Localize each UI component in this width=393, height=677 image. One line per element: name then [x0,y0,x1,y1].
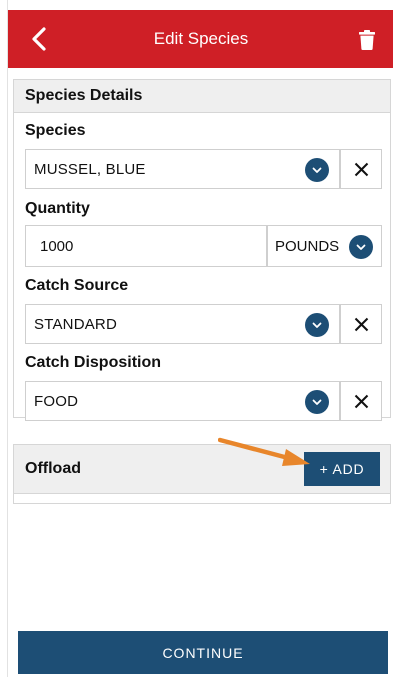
catch-source-value: STANDARD [34,316,117,333]
add-offload-button[interactable]: + ADD [304,452,380,486]
close-icon [354,394,368,408]
unit-value: POUNDS [275,238,340,255]
species-value: MUSSEL, BLUE [34,161,146,178]
catch-source-select[interactable]: STANDARD [25,304,340,344]
close-icon [354,317,368,331]
catch-disposition-label: Catch Disposition [25,354,162,371]
offload-card: Offload + ADD [13,444,391,504]
chevron-down-icon [305,313,329,337]
catch-disposition-clear-button[interactable] [340,381,382,421]
unit-select[interactable]: POUNDS [267,225,382,267]
close-icon [354,162,368,176]
species-details-header: Species Details [14,80,390,113]
continue-button[interactable]: CONTINUE [18,631,388,674]
offload-title: Offload [25,460,81,477]
quantity-label: Quantity [25,200,90,217]
offload-header: Offload + ADD [14,445,390,494]
catch-source-clear-button[interactable] [340,304,382,344]
chevron-down-icon [349,235,373,259]
page-title: Edit Species [153,29,249,48]
catch-source-label: Catch Source [25,277,129,294]
header-bar: Edit Species [8,10,393,68]
species-details-card: Species Details Species MUSSEL, BLUE Qua… [13,79,391,421]
app-screen: Edit Species Species Details Species MUS… [7,0,393,677]
chevron-down-icon [305,390,329,414]
species-select[interactable]: MUSSEL, BLUE [25,149,340,189]
catch-disposition-select[interactable]: FOOD [25,381,340,421]
chevron-down-icon [305,158,329,182]
species-label: Species [25,122,86,139]
delete-button[interactable] [356,28,378,52]
quantity-input[interactable] [25,225,267,267]
trash-icon [359,30,375,50]
annotation-arrow-icon [218,437,310,466]
species-clear-button[interactable] [340,149,382,189]
catch-disposition-value: FOOD [34,393,79,410]
